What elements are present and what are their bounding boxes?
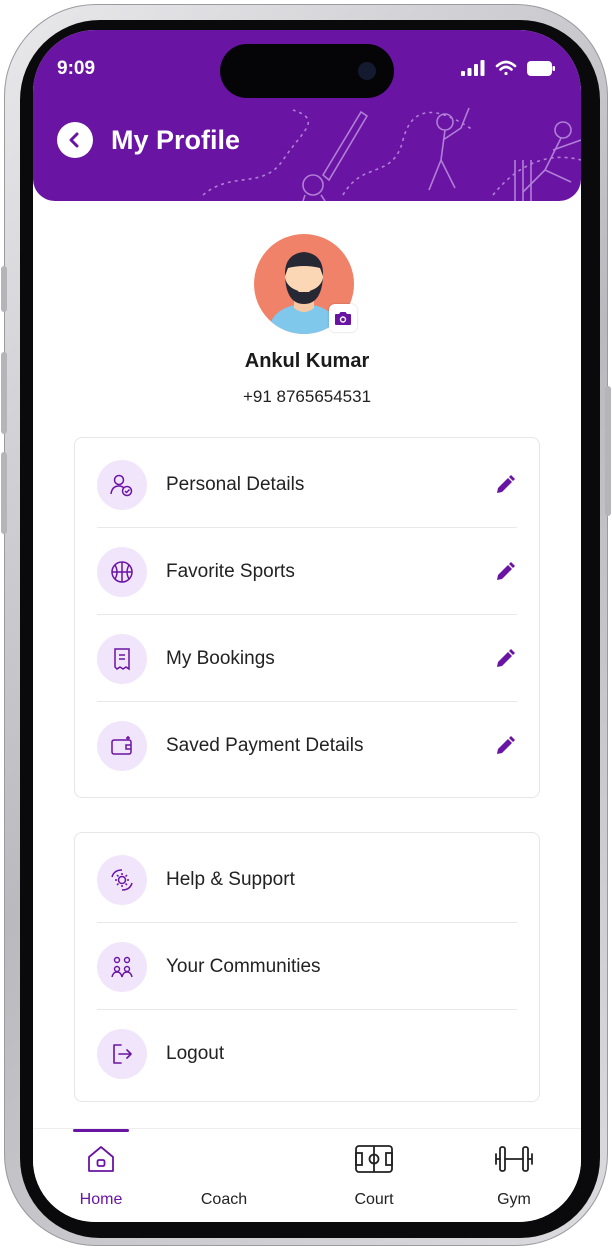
silent-switch xyxy=(1,266,7,312)
nav-gym[interactable]: Gym xyxy=(469,1141,559,1211)
front-camera xyxy=(358,62,376,80)
menu-item-personal-details[interactable]: Personal Details xyxy=(97,442,517,528)
help-settings-icon xyxy=(97,855,147,905)
menu-item-label: Saved Payment Details xyxy=(166,735,364,756)
user-name: Ankul Kumar xyxy=(244,350,370,372)
edit-icon[interactable] xyxy=(493,734,517,758)
divider xyxy=(97,614,517,615)
active-tab-indicator xyxy=(73,1129,129,1132)
menu-item-favorite-sports[interactable]: Favorite Sports xyxy=(97,529,517,615)
header-banner: 9:09 My Profile xyxy=(33,30,581,201)
menu-item-my-bookings[interactable]: My Bookings xyxy=(97,616,517,702)
user-check-icon xyxy=(97,460,147,510)
bottom-nav: Home Coach Court Gym xyxy=(33,1128,581,1222)
menu-item-help-support[interactable]: Help & Support xyxy=(97,837,517,923)
menu-item-label: Personal Details xyxy=(166,474,305,495)
nav-coach[interactable]: Coach xyxy=(179,1141,269,1211)
signal-icon xyxy=(461,60,485,76)
basketball-icon xyxy=(97,547,147,597)
wallet-icon xyxy=(97,721,147,771)
dumbbell-icon xyxy=(495,1146,533,1172)
nav-court[interactable]: Court xyxy=(329,1141,419,1211)
back-button[interactable] xyxy=(57,122,93,158)
wifi-icon xyxy=(495,60,517,76)
camera-icon xyxy=(335,311,351,325)
battery-icon xyxy=(527,61,555,76)
menu-item-label: Help & Support xyxy=(166,869,295,890)
menu-item-label: Logout xyxy=(166,1043,225,1064)
page-title: My Profile xyxy=(111,125,241,155)
receipt-icon xyxy=(97,634,147,684)
menu-item-saved-payment-details[interactable]: Saved Payment Details xyxy=(97,703,517,789)
status-time: 9:09 xyxy=(57,58,96,79)
power-button xyxy=(605,386,611,516)
edit-icon[interactable] xyxy=(493,647,517,671)
divider xyxy=(97,701,517,702)
divider xyxy=(97,922,517,923)
status-icons xyxy=(461,60,555,76)
community-icon xyxy=(97,942,147,992)
court-icon xyxy=(355,1145,393,1173)
nav-label: Home xyxy=(79,1191,123,1208)
support-menu-card: Help & Support Your Communities Logout xyxy=(74,832,540,1102)
menu-item-label: Your Communities xyxy=(166,956,321,977)
logout-icon xyxy=(97,1029,147,1079)
nav-label: Coach xyxy=(200,1191,248,1208)
change-photo-button[interactable] xyxy=(329,304,357,332)
screen: 9:09 My Profile Ankul Kumar +91 87656545… xyxy=(33,30,581,1222)
nav-home[interactable]: Home xyxy=(56,1141,146,1211)
user-phone: +91 8765654531 xyxy=(242,387,372,406)
divider xyxy=(97,527,517,528)
chevron-left-icon xyxy=(69,132,79,148)
volume-up-button xyxy=(1,352,7,434)
sports-illustration xyxy=(202,107,581,201)
divider xyxy=(97,1009,517,1010)
account-menu-card: Personal Details Favorite Sports My Book… xyxy=(74,437,540,798)
nav-label: Gym xyxy=(497,1191,531,1208)
menu-item-your-communities[interactable]: Your Communities xyxy=(97,924,517,1010)
edit-icon[interactable] xyxy=(493,560,517,584)
menu-item-label: Favorite Sports xyxy=(166,561,295,582)
edit-icon[interactable] xyxy=(493,473,517,497)
menu-item-label: My Bookings xyxy=(166,648,275,669)
nav-label: Court xyxy=(354,1191,394,1208)
home-icon xyxy=(88,1146,114,1172)
volume-down-button xyxy=(1,452,7,534)
dynamic-island xyxy=(220,44,394,98)
menu-item-logout[interactable]: Logout xyxy=(97,1011,517,1097)
